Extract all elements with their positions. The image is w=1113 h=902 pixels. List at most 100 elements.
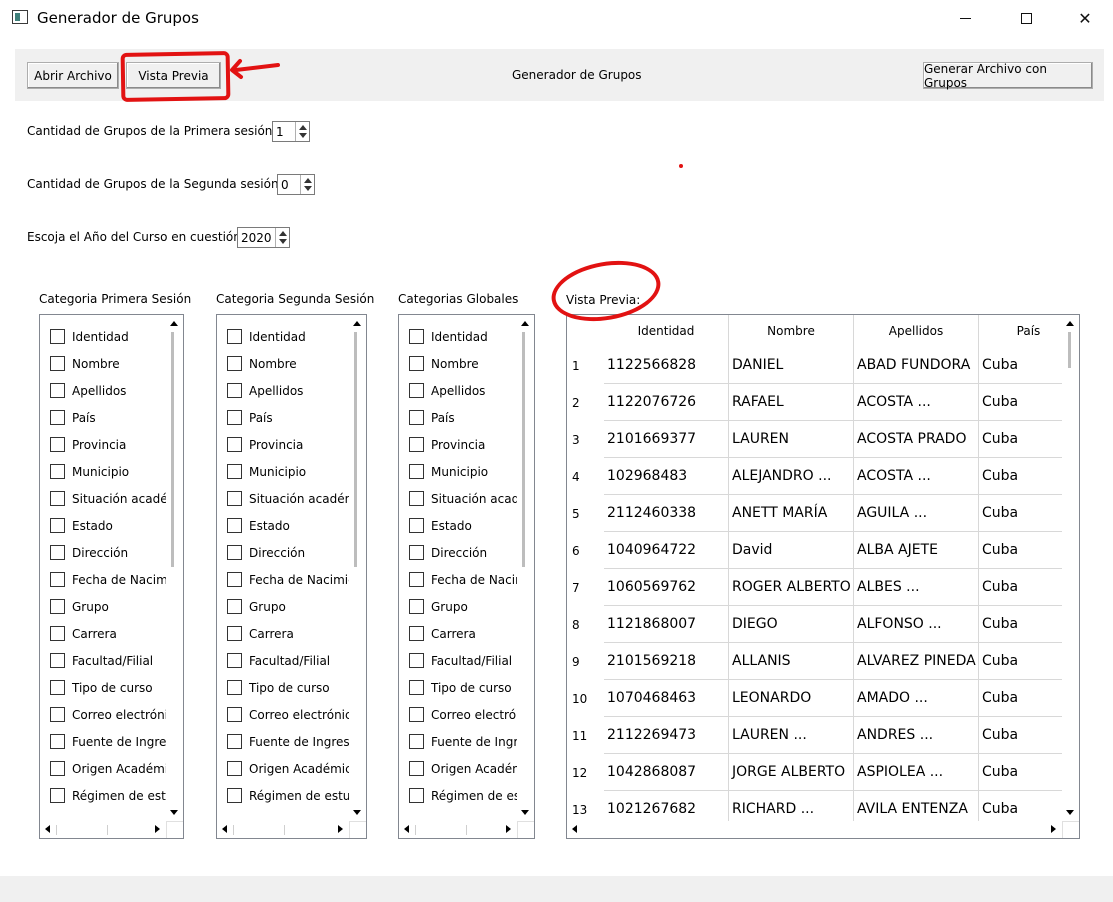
list-item[interactable]: Régimen de estudio [50, 782, 166, 809]
category-checkbox[interactable] [227, 626, 242, 641]
category-checkbox[interactable] [50, 437, 65, 452]
category-checkbox[interactable] [409, 680, 424, 695]
scroll-right-icon[interactable] [506, 825, 511, 833]
table-cell[interactable]: DIEGO [729, 606, 854, 643]
table-cell[interactable]: JORGE ALBERTO [729, 754, 854, 791]
list-item[interactable]: Grupo [409, 593, 517, 620]
scroll-left-icon[interactable] [572, 825, 577, 833]
category-checkbox[interactable] [409, 518, 424, 533]
spin-down-icon[interactable] [304, 186, 312, 191]
list-item[interactable]: Municipio [50, 458, 166, 485]
table-cell[interactable]: Cuba [979, 532, 1062, 569]
row-header[interactable]: 9 [567, 643, 604, 680]
maximize-button[interactable] [1003, 0, 1049, 37]
category-checkbox[interactable] [50, 545, 65, 560]
first-session-spinbox[interactable]: 1 [272, 121, 310, 142]
list-item[interactable]: Identidad [409, 323, 517, 350]
list-item[interactable]: Nombre [409, 350, 517, 377]
list-item[interactable]: País [409, 404, 517, 431]
list-item[interactable]: Tipo de curso [227, 674, 349, 701]
table-cell[interactable]: ASPIOLEA ... [854, 754, 979, 791]
category-checkbox[interactable] [227, 356, 242, 371]
table-cell[interactable]: 1040964722 [604, 532, 729, 569]
list-item[interactable]: Provincia [50, 431, 166, 458]
second-session-spinbox[interactable]: 0 [277, 174, 315, 195]
table-cell[interactable]: ANDRES ... [854, 717, 979, 754]
list-item[interactable]: Situación académica [409, 485, 517, 512]
category-checkbox[interactable] [227, 491, 242, 506]
list-horizontal-scrollbar[interactable] [217, 821, 349, 838]
row-header[interactable]: 3 [567, 421, 604, 458]
list-item[interactable]: Tipo de curso [50, 674, 166, 701]
table-cell[interactable]: ALBA AJETE [854, 532, 979, 569]
category-checkbox[interactable] [409, 329, 424, 344]
category-checkbox[interactable] [409, 599, 424, 614]
table-cell[interactable]: 1060569762 [604, 569, 729, 606]
category-checkbox[interactable] [227, 572, 242, 587]
preview-horizontal-scrollbar[interactable] [567, 821, 1062, 838]
list-item[interactable]: Municipio [227, 458, 349, 485]
table-cell[interactable]: 1121868007 [604, 606, 729, 643]
table-cell[interactable]: ALFONSO ... [854, 606, 979, 643]
spin-buttons[interactable] [295, 122, 309, 141]
table-cell[interactable]: RICHARD ... [729, 791, 854, 821]
column-header[interactable]: Apellidos [854, 315, 979, 347]
scroll-up-icon[interactable] [1066, 321, 1074, 326]
scroll-thumb[interactable] [56, 825, 108, 835]
list-item[interactable]: Nombre [50, 350, 166, 377]
scroll-thumb[interactable] [415, 825, 467, 835]
table-cell[interactable]: 2101669377 [604, 421, 729, 458]
first-session-category-list[interactable]: Identidad Nombre Apellidos País Provincia Mun… [39, 314, 184, 839]
row-header[interactable]: 5 [567, 495, 604, 532]
year-spinbox[interactable]: 2020 [237, 227, 290, 248]
table-cell[interactable]: Cuba [979, 643, 1062, 680]
list-item[interactable]: Correo electrónico [50, 701, 166, 728]
table-cell[interactable]: ABAD FUNDORA [854, 347, 979, 384]
list-item[interactable]: País [50, 404, 166, 431]
row-header[interactable]: 11 [567, 717, 604, 754]
preview-table[interactable]: Identidad Nombre Apellidos País 1 1122566828 D… [566, 314, 1080, 839]
category-checkbox[interactable] [50, 356, 65, 371]
category-checkbox[interactable] [227, 680, 242, 695]
table-cell[interactable]: ACOSTA PRADO [854, 421, 979, 458]
category-checkbox[interactable] [227, 707, 242, 722]
table-cell[interactable]: AGUILA ... [854, 495, 979, 532]
row-header[interactable]: 10 [567, 680, 604, 717]
category-checkbox[interactable] [409, 572, 424, 587]
table-cell[interactable]: LAUREN ... [729, 717, 854, 754]
category-checkbox[interactable] [50, 572, 65, 587]
row-header[interactable]: 6 [567, 532, 604, 569]
scroll-thumb[interactable] [522, 332, 525, 567]
table-cell[interactable]: 2112460338 [604, 495, 729, 532]
category-checkbox[interactable] [409, 707, 424, 722]
scroll-thumb[interactable] [1068, 332, 1071, 368]
category-checkbox[interactable] [409, 464, 424, 479]
close-button[interactable]: ✕ [1062, 0, 1108, 37]
category-checkbox[interactable] [50, 707, 65, 722]
category-checkbox[interactable] [227, 653, 242, 668]
scroll-up-icon[interactable] [170, 321, 178, 326]
list-item[interactable]: Apellidos [409, 377, 517, 404]
row-header[interactable]: 8 [567, 606, 604, 643]
list-item[interactable]: Correo electrónico [227, 701, 349, 728]
table-cell[interactable]: 2101569218 [604, 643, 729, 680]
global-category-list[interactable]: Identidad Nombre Apellidos País Provincia Mun… [398, 314, 535, 839]
table-cell[interactable]: 2112269473 [604, 717, 729, 754]
category-checkbox[interactable] [50, 599, 65, 614]
list-item[interactable]: Estado [227, 512, 349, 539]
category-checkbox[interactable] [227, 788, 242, 803]
open-file-button[interactable]: Abrir Archivo [27, 62, 119, 89]
table-cell[interactable]: 1042868087 [604, 754, 729, 791]
list-item[interactable]: Régimen de estudio [227, 782, 349, 809]
category-checkbox[interactable] [50, 518, 65, 533]
table-cell[interactable]: DANIEL [729, 347, 854, 384]
table-cell[interactable]: 1070468463 [604, 680, 729, 717]
category-checkbox[interactable] [50, 734, 65, 749]
list-item[interactable]: Identidad [227, 323, 349, 350]
scroll-down-icon[interactable] [521, 810, 529, 815]
table-cell[interactable]: Cuba [979, 569, 1062, 606]
list-vertical-scrollbar[interactable] [517, 315, 534, 821]
list-item[interactable]: Fuente de Ingreso [50, 728, 166, 755]
table-cell[interactable]: LAUREN [729, 421, 854, 458]
table-cell[interactable]: Cuba [979, 458, 1062, 495]
